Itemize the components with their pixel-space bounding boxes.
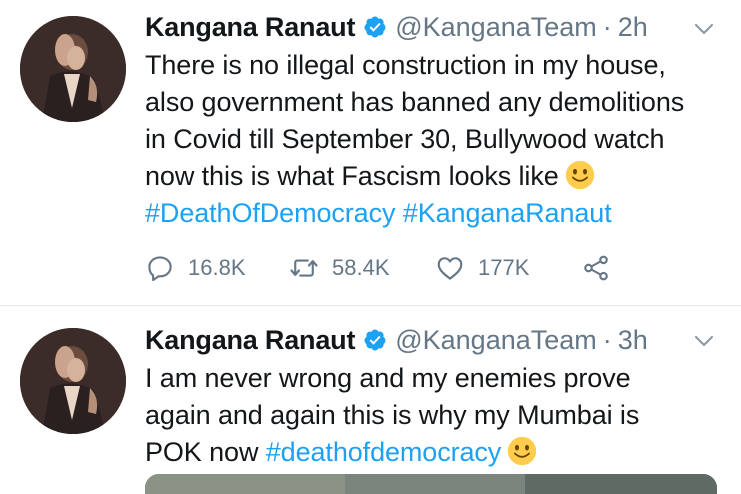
tweet-text-line: in Covid till September 30, Bullywood wa…	[145, 124, 665, 154]
author-name[interactable]: Kangana Ranaut	[145, 7, 355, 47]
timestamp[interactable]: 2h	[618, 7, 648, 47]
avatar-image	[20, 16, 126, 122]
tweet-header: Kangana Ranaut @KanganaTeam · 3h	[145, 320, 648, 360]
author-handle[interactable]: @KanganaTeam	[395, 7, 597, 47]
hashtag-link[interactable]: #deathofdemocracy	[266, 437, 502, 467]
tweet-text-line: I am never wrong and my enemies prove	[145, 363, 631, 393]
like-button[interactable]: 177K	[435, 253, 581, 283]
verified-badge-icon	[364, 16, 386, 38]
slightly-smiling-face-icon	[508, 436, 537, 466]
chevron-down-icon[interactable]	[693, 18, 715, 40]
separator-dot: ·	[602, 325, 612, 355]
tweet[interactable]: Kangana Ranaut @KanganaTeam · 2h There i…	[0, 0, 741, 306]
tweet-actions: 16.8K 58.4K 177K	[145, 251, 611, 285]
media-preview[interactable]	[145, 474, 717, 494]
like-count: 177K	[478, 255, 530, 280]
tweet-text: There is no illegal construction in my h…	[145, 47, 730, 232]
tweet-text: I am never wrong and my enemies prove ag…	[145, 360, 730, 471]
avatar-image	[20, 328, 126, 434]
tweet-text-line: again and again this is why my Mumbai is	[145, 400, 640, 430]
slightly-smiling-face-icon	[565, 160, 594, 190]
tweet-header: Kangana Ranaut @KanganaTeam · 2h	[145, 7, 648, 47]
hashtag-link[interactable]: #KanganaRanaut	[403, 198, 612, 228]
tweet-text-line: POK now	[145, 437, 259, 467]
tweet-text-line-with-emoji: now this is what Fascism looks like	[145, 158, 730, 195]
reply-button[interactable]: 16.8K	[145, 253, 289, 283]
author-name[interactable]: Kangana Ranaut	[145, 320, 355, 360]
avatar[interactable]	[20, 328, 126, 434]
hashtag-link[interactable]: #DeathOfDemocracy	[145, 198, 396, 228]
avatar[interactable]	[20, 16, 126, 122]
share-icon	[584, 255, 608, 281]
reply-count: 16.8K	[188, 255, 246, 280]
media-image	[145, 474, 717, 494]
chevron-down-icon[interactable]	[693, 330, 715, 352]
heart-icon	[437, 257, 463, 280]
author-handle[interactable]: @KanganaTeam	[395, 320, 597, 360]
tweet-text-line: There is no illegal construction in my h…	[145, 50, 666, 80]
reply-icon	[148, 256, 172, 282]
hashtag-line: #DeathOfDemocracy #KanganaRanaut	[145, 195, 730, 232]
retweet-count: 58.4K	[332, 255, 390, 280]
tweet-text-line: also government has banned any demolitio…	[145, 87, 685, 117]
tweet-text-line: now this is what Fascism looks like	[145, 161, 559, 191]
verified-badge-icon	[364, 329, 386, 351]
retweet-button[interactable]: 58.4K	[289, 253, 435, 283]
separator-dot: ·	[602, 12, 612, 42]
timestamp[interactable]: 3h	[618, 320, 648, 360]
tweet-text-line-with-hashtag: POK now #deathofdemocracy	[145, 434, 730, 471]
share-button[interactable]	[581, 253, 611, 283]
retweet-icon	[290, 259, 318, 277]
